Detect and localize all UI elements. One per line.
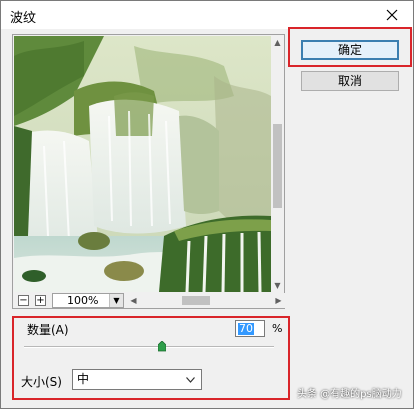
amount-value: 70 (238, 322, 254, 335)
watermark-text: 头条 @有趣的ps脑动力 (297, 389, 402, 400)
zoom-in-button[interactable]: + (35, 295, 46, 306)
size-value: 中 (77, 372, 90, 386)
preview-horizontal-scrollbar[interactable]: ◀ ▶ (127, 294, 285, 307)
ok-button[interactable]: 确定 (301, 40, 399, 60)
dialog-title: 波纹 (10, 11, 37, 26)
title-bar: 波纹 (1, 1, 413, 29)
scroll-down-icon[interactable]: ▼ (271, 279, 284, 292)
zoom-bar: − + 100% ▼ ◀ ▶ (14, 293, 285, 308)
size-select[interactable]: 中 (72, 369, 202, 390)
scroll-left-icon[interactable]: ◀ (127, 294, 140, 307)
close-icon (386, 9, 398, 21)
preview-vertical-scrollbar[interactable]: ▲ ▼ (271, 36, 284, 292)
vertical-scroll-thumb[interactable] (273, 124, 282, 208)
preview-image[interactable] (14, 36, 271, 292)
cancel-button[interactable]: 取消 (301, 71, 399, 91)
slider-thumb-icon[interactable] (157, 341, 166, 352)
size-label: 大小(S) (21, 375, 62, 389)
horizontal-scroll-thumb[interactable] (182, 296, 210, 305)
amount-slider[interactable] (24, 346, 274, 348)
preview-panel: ▲ ▼ − + 100% ▼ ◀ ▶ (12, 34, 285, 309)
scroll-up-icon[interactable]: ▲ (271, 36, 284, 49)
amount-label: 数量(A) (27, 323, 69, 337)
scroll-right-icon[interactable]: ▶ (272, 294, 285, 307)
zoom-select[interactable]: 100% ▼ (52, 293, 124, 308)
chevron-down-icon (186, 377, 195, 383)
ripple-dialog: 波纹 ▲ ▼ − + 100% ▼ ◀ ▶ 确定 取消 数量(A) 70 % 大… (0, 0, 414, 409)
close-button[interactable] (379, 3, 405, 27)
amount-field[interactable]: 70 (235, 320, 265, 337)
zoom-value: 100% (67, 294, 99, 307)
zoom-out-button[interactable]: − (18, 295, 29, 306)
amount-unit: % (272, 322, 283, 335)
chevron-down-icon: ▼ (109, 294, 123, 307)
